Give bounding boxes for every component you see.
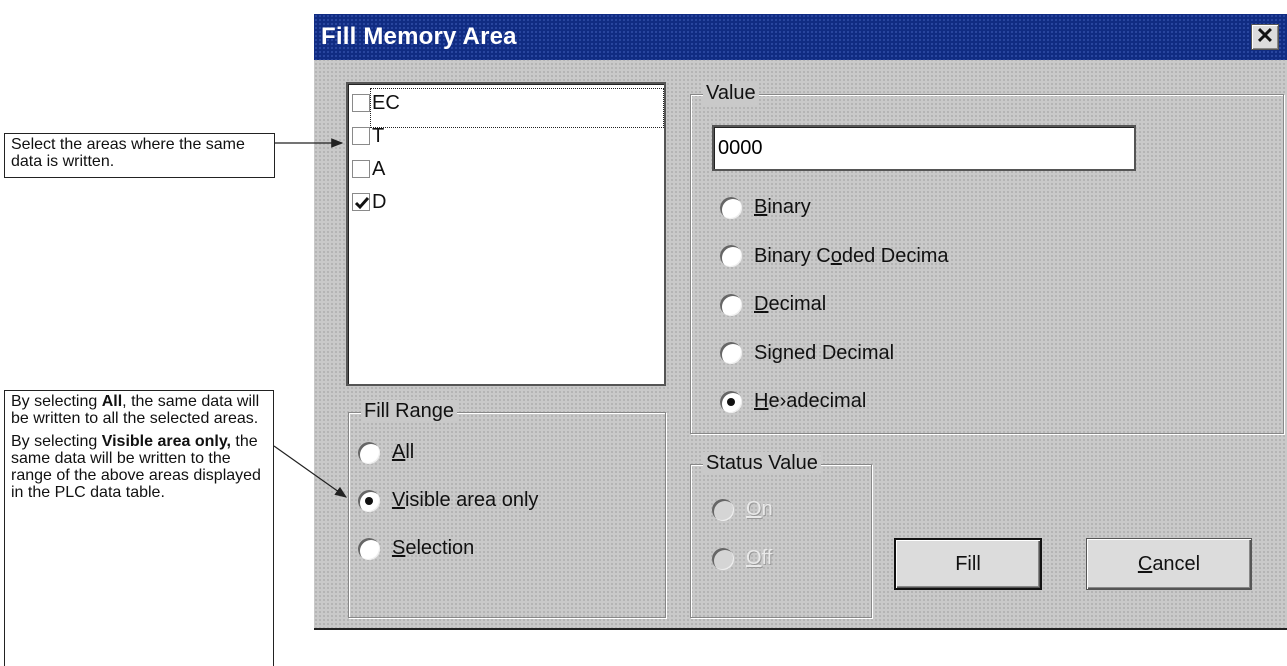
- close-icon: ✕: [1255, 23, 1275, 48]
- status-value-radio[interactable]: On: [712, 498, 773, 521]
- checkbox[interactable]: [352, 160, 370, 178]
- focus-rectangle: [370, 88, 664, 128]
- fill-range-group-title: Fill Range: [361, 400, 458, 423]
- area-list[interactable]: EC T A D: [346, 82, 666, 386]
- close-button[interactable]: ✕: [1251, 24, 1279, 50]
- radio-button-icon[interactable]: [712, 498, 734, 521]
- checkmark-icon: [354, 197, 370, 210]
- title-bar[interactable]: Fill Memory Area ✕: [314, 14, 1287, 60]
- fill-button[interactable]: Fill: [894, 538, 1042, 590]
- fill-range-radio-label: Selection: [392, 537, 475, 559]
- value-format-radio[interactable]: He›adecimal: [720, 390, 866, 413]
- value-format-radio-label: Signed Decimal: [754, 341, 895, 364]
- fill-range-radio[interactable]: All: [358, 441, 414, 464]
- callout-fill-range-all: By selecting All, the same data will be …: [11, 393, 267, 427]
- status-value-group: Status Value: [690, 452, 872, 618]
- radio-button-icon[interactable]: [720, 342, 742, 364]
- area-list-item-label: EC: [372, 91, 400, 114]
- cancel-button[interactable]: Cancel: [1086, 538, 1252, 590]
- fill-range-radio[interactable]: Selection: [358, 537, 474, 560]
- callout-bold-all: All: [101, 393, 123, 410]
- value-format-radio[interactable]: Binary Coded Decima: [720, 245, 949, 268]
- fill-button-label: Fill: [955, 552, 981, 575]
- radio-button-icon[interactable]: [358, 441, 380, 464]
- callout-fill-range-visible: By selecting Visible area only, the same…: [11, 433, 267, 501]
- area-list-item-label: A: [372, 157, 386, 180]
- callout-select-areas-text: Select the areas where the same data is …: [11, 136, 245, 170]
- status-value-group-title: Status Value: [703, 452, 821, 475]
- cancel-mnemonic: C: [1137, 552, 1153, 575]
- fill-range-radio-label: Visible area only: [392, 489, 539, 511]
- fill-range-radio[interactable]: Visible area only: [358, 489, 538, 512]
- fill-memory-area-dialog: Fill Memory Area ✕ EC TAD Value Fill Rang…: [314, 14, 1287, 630]
- area-list-item-label: T: [372, 124, 385, 147]
- fill-range-radio-label: All: [392, 441, 415, 463]
- value-format-radio[interactable]: Decimal: [720, 293, 826, 316]
- area-list-item-label: D: [372, 190, 387, 213]
- callout-fill-range: By selecting All, the same data will be …: [4, 390, 274, 666]
- cancel-button-label: Cancel: [1138, 553, 1200, 576]
- area-list-item[interactable]: D: [352, 189, 386, 215]
- callout-text: By selecting: [11, 393, 102, 410]
- radio-button-icon[interactable]: [720, 293, 742, 316]
- cancel-rest: ancel: [1152, 552, 1201, 575]
- value-format-radio[interactable]: Binary: [720, 196, 811, 219]
- callout-text: By selecting: [11, 433, 102, 450]
- value-format-radio-label: He›adecimal: [754, 390, 867, 412]
- callout-select-areas: Select the areas where the same data is …: [4, 133, 275, 178]
- radio-button-icon[interactable]: [358, 537, 380, 560]
- dialog-title: Fill Memory Area: [321, 23, 517, 50]
- checkbox-checked[interactable]: [352, 193, 370, 211]
- checkbox[interactable]: [352, 127, 370, 145]
- radio-button-icon[interactable]: [712, 547, 734, 570]
- callout-bold-visible: Visible area only,: [101, 433, 231, 450]
- area-list-item[interactable]: T: [352, 123, 384, 149]
- radio-button-icon[interactable]: [720, 196, 742, 219]
- status-value-radio-label: Off: [746, 547, 773, 569]
- value-format-radio-label: Decimal: [754, 293, 827, 315]
- value-format-radio[interactable]: Signed Decimal: [720, 342, 894, 365]
- value-format-radio-label: Binary: [754, 196, 811, 218]
- checkbox[interactable]: [352, 94, 370, 112]
- radio-button-icon[interactable]: [720, 245, 742, 267]
- status-value-radio[interactable]: Off: [712, 547, 772, 570]
- status-value-radio-label: On: [746, 498, 773, 520]
- radio-button-icon[interactable]: [720, 390, 742, 413]
- value-format-radio-label: Binary Coded Decima: [754, 244, 949, 267]
- area-list-item[interactable]: EC: [352, 90, 400, 116]
- area-list-item[interactable]: A: [352, 156, 385, 182]
- value-input[interactable]: [712, 125, 1136, 171]
- value-group-title: Value: [703, 82, 759, 105]
- radio-button-icon[interactable]: [358, 489, 380, 512]
